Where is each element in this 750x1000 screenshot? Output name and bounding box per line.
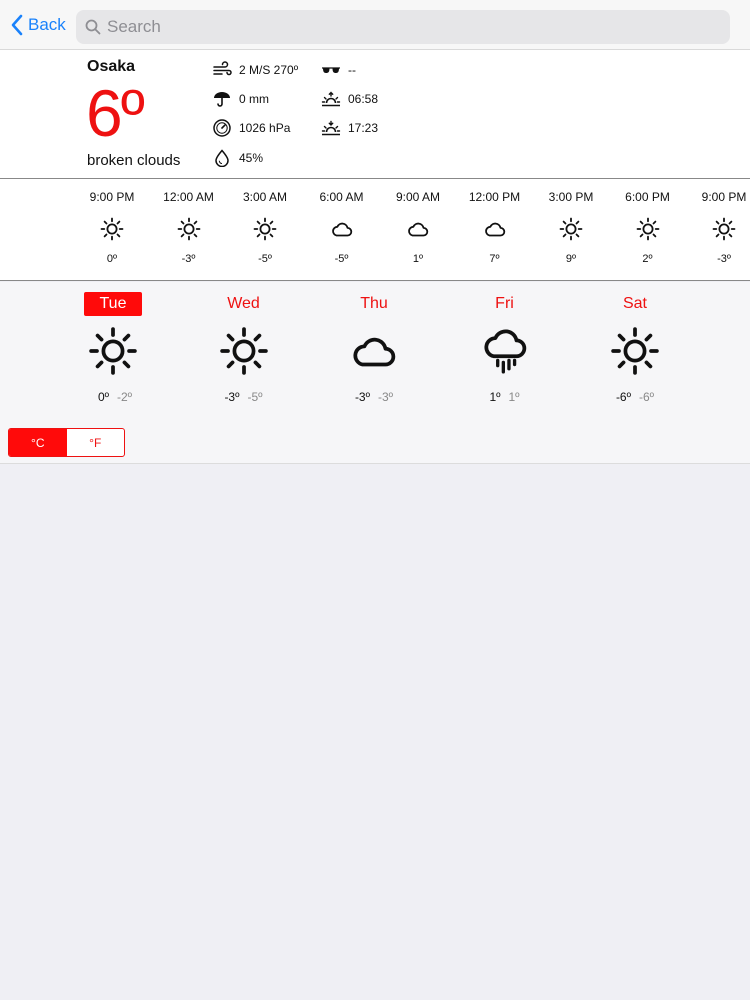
hourly-temperature: 7º <box>489 253 500 265</box>
sun-icon <box>559 217 583 241</box>
wind-value: 2 M/S 270º <box>239 63 299 77</box>
sunset-icon <box>321 120 341 136</box>
back-button[interactable]: Back <box>10 12 66 38</box>
rain-detail: 0 mm <box>212 90 269 108</box>
visibility-value: -- <box>348 63 356 77</box>
high-temperature: -3º <box>354 390 370 404</box>
wind-detail: 2 M/S 270º <box>212 61 298 79</box>
humidity-value: 45% <box>239 151 264 165</box>
navigation-bar: Back <box>0 0 750 50</box>
low-temperature: -2º <box>117 390 133 404</box>
cloud-icon <box>330 217 354 241</box>
hourly-forecast[interactable]: 9:00 PM 0º 12:00 AM -3º 3:00 AM -5º 6:00 AM -5º… <box>0 179 750 281</box>
high-temperature: 1º <box>489 390 501 404</box>
pressure-value: 1026 hPa <box>239 121 291 135</box>
high-temperature: -3º <box>224 390 240 404</box>
sunrise-value: 06:58 <box>348 92 379 106</box>
hourly-temperature: 0º <box>106 253 118 265</box>
gauge-icon <box>213 119 231 137</box>
pressure-detail: 1026 hPa <box>212 119 290 137</box>
sun-icon <box>88 326 138 376</box>
hourly-temperature: 1º <box>412 253 424 265</box>
celsius-button[interactable]: °C <box>9 429 67 456</box>
sun-icon <box>712 217 736 241</box>
daily-forecast: °C °F Tue 0º -2º Wed -3º -5º Thu -3º -3º Fri 1º 1º S… <box>0 282 750 464</box>
hourly-time: 6:00 AM <box>319 190 364 204</box>
umbrella-icon <box>214 92 230 107</box>
sun-icon <box>219 326 269 376</box>
hourly-time: 9:00 PM <box>89 190 135 204</box>
cloud-icon <box>349 326 399 376</box>
sun-icon <box>100 217 124 241</box>
low-temperature: -5º <box>247 390 263 404</box>
sunrise-icon <box>321 91 341 107</box>
sunrise-detail: 06:58 <box>321 90 378 108</box>
sun-icon <box>636 217 660 241</box>
day-name[interactable]: Wed <box>189 292 299 316</box>
visibility-detail: -- <box>321 61 356 79</box>
cloud-icon <box>483 217 507 241</box>
search-bar[interactable] <box>76 10 730 44</box>
rain-value: 0 mm <box>239 92 269 106</box>
city-name: Osaka <box>87 58 136 75</box>
sun-icon <box>253 217 277 241</box>
low-temperature: -6º <box>639 390 655 404</box>
hourly-time: 9:00 PM <box>701 190 747 204</box>
hourly-time: 12:00 AM <box>163 190 214 204</box>
wind-icon <box>213 61 232 76</box>
droplet-icon <box>215 149 229 167</box>
current-weather-panel: Osaka 6º broken clouds 2 M/S 270º 0 mm 1… <box>0 50 750 179</box>
high-temperature: 0º <box>97 390 109 404</box>
fahrenheit-button[interactable]: °F <box>67 429 125 456</box>
sunglasses-icon <box>322 67 340 73</box>
hourly-time: 3:00 PM <box>548 190 594 204</box>
humidity-detail: 45% <box>212 149 263 167</box>
low-temperature: -3º <box>378 390 394 404</box>
weather-description: broken clouds <box>87 152 181 169</box>
low-temperature: 1º <box>508 390 520 404</box>
day-name[interactable]: Fri <box>450 292 560 316</box>
rain-cloud-icon <box>480 326 530 376</box>
hourly-temperature: -5º <box>258 253 272 265</box>
hourly-time: 9:00 AM <box>395 190 441 204</box>
cloud-icon <box>406 217 430 241</box>
chevron-left-icon <box>11 14 23 36</box>
sunset-detail: 17:23 <box>321 119 378 137</box>
search-icon <box>85 19 101 35</box>
high-temperature: -6º <box>615 390 631 404</box>
day-name[interactable]: Sat <box>580 292 690 316</box>
sunset-value: 17:23 <box>348 121 379 135</box>
day-name[interactable]: Thu <box>319 292 429 316</box>
hourly-temperature: -3º <box>717 253 731 265</box>
hourly-temperature: -3º <box>181 253 196 265</box>
sun-icon <box>610 326 660 376</box>
search-input[interactable] <box>107 17 667 37</box>
hourly-time: 12:00 PM <box>468 190 521 204</box>
hourly-temperature: 2º <box>642 253 653 265</box>
hourly-time: 3:00 AM <box>242 190 288 204</box>
unit-toggle[interactable]: °C °F <box>8 428 125 457</box>
hourly-temperature: 9º <box>565 253 577 265</box>
current-temperature: 6º <box>86 76 145 150</box>
back-label: Back <box>28 15 66 34</box>
hourly-temperature: -5º <box>334 253 349 265</box>
day-name[interactable]: Tue <box>84 292 142 316</box>
sun-icon <box>177 217 201 241</box>
hourly-time: 6:00 PM <box>625 190 670 204</box>
